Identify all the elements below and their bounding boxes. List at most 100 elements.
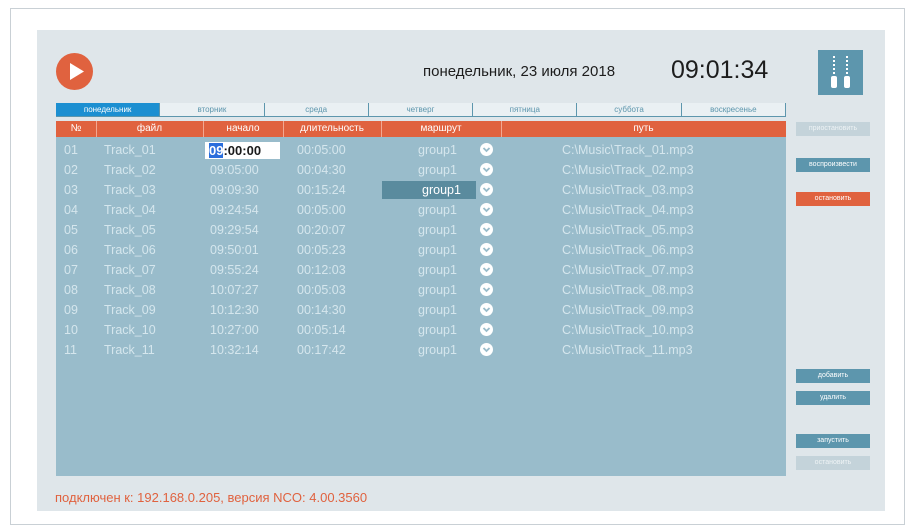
stop-run-button[interactable]: остановить xyxy=(796,456,870,470)
row-path: C:\Music\Track_02.mp3 xyxy=(562,163,694,177)
row-num: 08 xyxy=(64,283,78,297)
tab-sunday[interactable]: воскресенье xyxy=(682,103,786,116)
row-duration: 00:05:00 xyxy=(297,143,346,157)
row-num: 04 xyxy=(64,203,78,217)
route-dropdown-icon[interactable] xyxy=(480,343,493,356)
table-row[interactable]: 01 Track_01 09:00:00 00:05:00 group1 C:\… xyxy=(56,140,786,160)
start-time-editor[interactable]: 09:00:00 xyxy=(205,142,280,159)
row-file: Track_04 xyxy=(104,203,156,217)
tab-wednesday[interactable]: среда xyxy=(265,103,369,116)
row-start: 10:32:14 xyxy=(210,343,259,357)
row-route: group1 xyxy=(418,163,457,177)
route-dropdown-icon[interactable] xyxy=(480,323,493,336)
tab-thursday[interactable]: четверг xyxy=(369,103,474,116)
row-path: C:\Music\Track_09.mp3 xyxy=(562,303,694,317)
route-dropdown-icon[interactable] xyxy=(480,143,493,156)
tab-friday[interactable]: пятница xyxy=(473,103,578,116)
tab-tuesday[interactable]: вторник xyxy=(160,103,265,116)
row-file: Track_09 xyxy=(104,303,156,317)
row-start: 10:27:00 xyxy=(210,323,259,337)
table-row[interactable]: 09 Track_09 10:12:30 00:14:30 group1 C:\… xyxy=(56,300,786,320)
start-time-value[interactable]: 09:00:00 xyxy=(209,142,261,159)
row-path: C:\Music\Track_04.mp3 xyxy=(562,203,694,217)
row-num: 01 xyxy=(64,143,78,157)
row-duration: 00:05:00 xyxy=(297,203,346,217)
table-row[interactable]: 02 Track_02 09:05:00 00:04:30 group1 C:\… xyxy=(56,160,786,180)
row-start: 09:55:24 xyxy=(210,263,259,277)
row-file: Track_07 xyxy=(104,263,156,277)
tab-saturday[interactable]: суббота xyxy=(577,103,682,116)
resume-button[interactable]: воспроизвести xyxy=(796,158,870,172)
day-tabs: понедельник вторник среда четверг пятниц… xyxy=(56,103,786,117)
row-file: Track_06 xyxy=(104,243,156,257)
row-start: 09:05:00 xyxy=(210,163,259,177)
audio-cables-icon xyxy=(831,56,850,88)
row-path: C:\Music\Track_10.mp3 xyxy=(562,323,694,337)
row-num: 02 xyxy=(64,163,78,177)
row-duration: 00:17:42 xyxy=(297,343,346,357)
row-file: Track_08 xyxy=(104,283,156,297)
col-header-route[interactable]: маршрут xyxy=(381,121,502,137)
route-dropdown-icon[interactable] xyxy=(480,163,493,176)
row-path: C:\Music\Track_01.mp3 xyxy=(562,143,694,157)
table-row[interactable]: 06 Track_06 09:50:01 00:05:23 group1 C:\… xyxy=(56,240,786,260)
row-file: Track_10 xyxy=(104,323,156,337)
route-dropdown-icon[interactable] xyxy=(480,223,493,236)
stop-button[interactable]: остановить xyxy=(796,192,870,206)
row-num: 06 xyxy=(64,243,78,257)
row-num: 05 xyxy=(64,223,78,237)
row-start: 09:24:54 xyxy=(210,203,259,217)
route-dropdown-icon[interactable] xyxy=(480,183,493,196)
row-route: group1 xyxy=(418,343,457,357)
route-dropdown-icon[interactable] xyxy=(480,283,493,296)
row-path: C:\Music\Track_07.mp3 xyxy=(562,263,694,277)
row-num: 07 xyxy=(64,263,78,277)
row-duration: 00:15:24 xyxy=(297,183,346,197)
route-selected-cell[interactable]: group1 xyxy=(382,181,476,199)
run-button[interactable]: запустить xyxy=(796,434,870,448)
route-dropdown-icon[interactable] xyxy=(480,263,493,276)
table-row[interactable]: 08 Track_08 10:07:27 00:05:03 group1 C:\… xyxy=(56,280,786,300)
row-duration: 00:05:03 xyxy=(297,283,346,297)
table-row[interactable]: 05 Track_05 09:29:54 00:20:07 group1 C:\… xyxy=(56,220,786,240)
row-route: group1 xyxy=(418,143,457,157)
tab-monday[interactable]: понедельник xyxy=(56,103,161,116)
row-path: C:\Music\Track_08.mp3 xyxy=(562,283,694,297)
row-duration: 00:05:14 xyxy=(297,323,346,337)
col-header-start[interactable]: начало xyxy=(203,121,284,137)
add-button[interactable]: добавить xyxy=(796,369,870,383)
app-logo xyxy=(818,50,863,95)
col-header-duration[interactable]: длительность xyxy=(283,121,382,137)
row-num: 11 xyxy=(64,343,77,357)
row-duration: 00:14:30 xyxy=(297,303,346,317)
delete-button[interactable]: удалить xyxy=(796,391,870,405)
row-file: Track_05 xyxy=(104,223,156,237)
table-row[interactable]: 03 Track_03 09:09:30 00:15:24 group1 C:\… xyxy=(56,180,786,200)
row-route: group1 xyxy=(418,303,457,317)
row-route: group1 xyxy=(422,183,461,197)
start-time-rest: :00:00 xyxy=(223,143,262,158)
col-header-file[interactable]: файл xyxy=(96,121,204,137)
table-row[interactable]: 07 Track_07 09:55:24 00:12:03 group1 C:\… xyxy=(56,260,786,280)
start-time-selected: 09 xyxy=(209,143,224,158)
row-start: 09:09:30 xyxy=(210,183,259,197)
row-file: Track_01 xyxy=(104,143,156,157)
row-duration: 00:12:03 xyxy=(297,263,346,277)
col-header-num[interactable]: № xyxy=(56,121,97,137)
play-button[interactable] xyxy=(56,53,93,90)
row-start: 10:12:30 xyxy=(210,303,259,317)
route-dropdown-icon[interactable] xyxy=(480,203,493,216)
table-row[interactable]: 10 Track_10 10:27:00 00:05:14 group1 C:\… xyxy=(56,320,786,340)
row-route: group1 xyxy=(418,223,457,237)
table-row[interactable]: 11 Track_11 10:32:14 00:17:42 group1 C:\… xyxy=(56,340,786,360)
route-dropdown-icon[interactable] xyxy=(480,243,493,256)
row-file: Track_03 xyxy=(104,183,156,197)
row-route: group1 xyxy=(418,263,457,277)
row-route: group1 xyxy=(418,243,457,257)
pause-button[interactable]: приостановить xyxy=(796,122,870,136)
table-row[interactable]: 04 Track_04 09:24:54 00:05:00 group1 C:\… xyxy=(56,200,786,220)
col-header-path[interactable]: путь xyxy=(501,121,786,137)
row-start: 09:29:54 xyxy=(210,223,259,237)
route-dropdown-icon[interactable] xyxy=(480,303,493,316)
row-start: 10:07:27 xyxy=(210,283,259,297)
